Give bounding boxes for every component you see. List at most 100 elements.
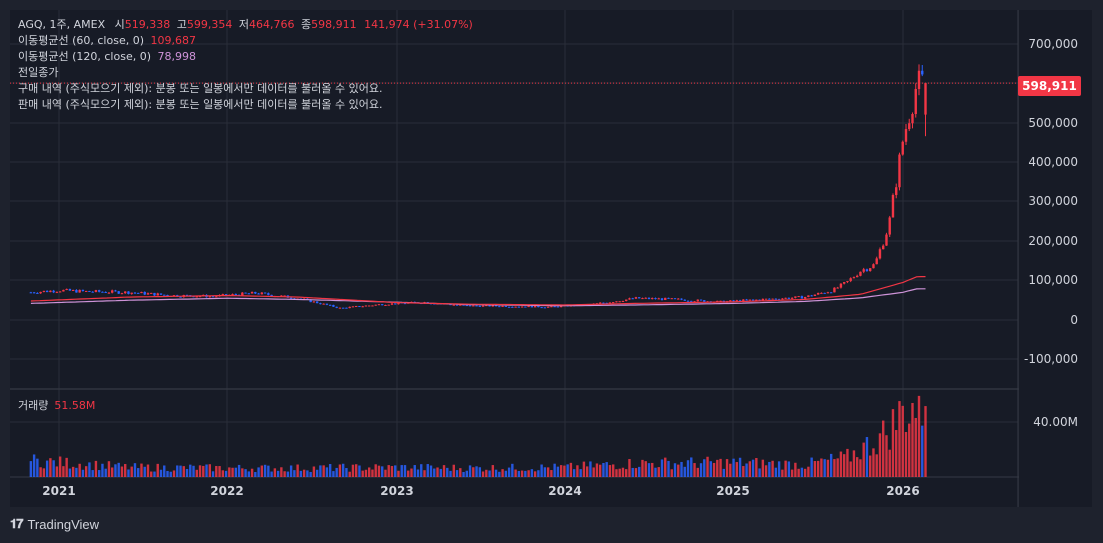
x-tick-label: 2021 [42, 484, 76, 498]
volume-bar [699, 463, 703, 477]
volume-bar [202, 465, 205, 477]
symbol-label[interactable]: AGQ, 1주, AMEX [18, 18, 105, 31]
volume-bar [846, 448, 849, 477]
candle-body [390, 303, 394, 305]
candle-body [65, 288, 68, 290]
volume-bar [315, 469, 319, 477]
candle-body [68, 288, 72, 291]
volume-bar [605, 462, 608, 477]
candle-body [524, 306, 527, 308]
volume-legend[interactable]: 거래량 51.58M [18, 397, 95, 413]
candle-body [143, 291, 146, 295]
open-value: 519,338 [124, 18, 171, 31]
candle-body [729, 300, 732, 302]
volume-bar [537, 470, 540, 477]
volume-bar [120, 466, 124, 477]
candle-body [520, 306, 524, 308]
volume-bar [179, 465, 182, 477]
volume-bar [270, 471, 273, 477]
volume-bar [65, 457, 68, 477]
candle-body [651, 298, 654, 300]
volume-bar [472, 467, 475, 477]
volume-bar [686, 460, 690, 477]
low-label: 저 [238, 18, 249, 31]
volume-bar [706, 456, 709, 477]
high-label: 고 [176, 18, 187, 31]
ma120-label: 이동평균선 (120, close, 0) [18, 50, 151, 63]
candle-body [263, 292, 267, 294]
volume-bar [338, 464, 342, 477]
candle-body [234, 294, 238, 296]
candle-body [914, 89, 917, 115]
volume-bar [494, 469, 498, 477]
volume-bar [335, 467, 338, 477]
volume-bar [403, 465, 407, 477]
candle-body [52, 290, 55, 293]
prev-close-row[interactable]: 전일종가 [18, 65, 473, 81]
volume-bar [787, 461, 791, 477]
candle-body [478, 305, 482, 307]
volume-bar [75, 467, 78, 477]
volume-bar [36, 458, 39, 477]
candle-body [468, 305, 472, 307]
candle-body [498, 306, 501, 308]
ma120-row[interactable]: 이동평균선 (120, close, 0) 78,998 [18, 49, 473, 65]
buy-note-row[interactable]: 구매 내역 (주식모으기 제외): 분봉 또는 일봉에서만 데이터를 불러올 수… [18, 81, 473, 97]
volume-bar [839, 451, 843, 477]
volume-bar [501, 469, 504, 477]
volume-bar [543, 467, 547, 477]
candle-body [254, 291, 257, 294]
volume-bar [244, 469, 247, 477]
volume-bar [712, 462, 716, 477]
candle-body [917, 70, 921, 90]
candle-body [88, 290, 91, 292]
volume-bar [852, 450, 856, 477]
volume-bar [904, 431, 908, 477]
volume-bar [143, 466, 146, 477]
volume-bar [732, 458, 735, 477]
volume-bar [137, 468, 140, 477]
volume-bar [618, 468, 621, 477]
volume-bar [690, 457, 693, 477]
volume-bar [150, 471, 153, 477]
candle-body [790, 297, 794, 299]
volume-bar [670, 469, 673, 477]
volume-bar [491, 465, 495, 477]
candle-body [673, 298, 677, 300]
candle-body [654, 298, 657, 300]
candle-body [97, 290, 101, 292]
candle-body [530, 305, 534, 308]
volume-bar [914, 417, 917, 477]
candle-body [94, 290, 98, 292]
candle-body [368, 305, 371, 307]
volume-bar [62, 466, 65, 477]
volume-bar [875, 454, 878, 477]
candle-body [75, 289, 78, 293]
volume-bar [764, 465, 768, 477]
volume-bar [341, 463, 345, 477]
tradingview-logo[interactable]: 𝟏𝟕 TradingView [10, 516, 99, 532]
sell-note: 판매 내역 (주식모으기 제외): 분봉 또는 일봉에서만 데이터를 불러올 수… [18, 98, 383, 111]
candle-body [543, 307, 547, 309]
volume-bar [608, 465, 612, 477]
candle-body [371, 305, 374, 307]
candle-body [527, 305, 530, 308]
volume-bar [511, 463, 514, 477]
candle-body [842, 282, 846, 284]
sell-note-row[interactable]: 판매 내역 (주식모으기 제외): 분봉 또는 일봉에서만 데이터를 불러올 수… [18, 97, 473, 113]
candle-body [358, 306, 361, 308]
ma60-row[interactable]: 이동평균선 (60, close, 0) 109,687 [18, 33, 473, 49]
candle-body [179, 296, 182, 298]
volume-bar [729, 463, 732, 477]
volume-bar [97, 470, 101, 477]
volume-bar [263, 464, 267, 477]
volume-bar [267, 465, 270, 477]
volume-bar [615, 469, 618, 477]
volume-bar [436, 467, 439, 477]
volume-bar [283, 471, 286, 477]
volume-bar [602, 463, 605, 477]
volume-bar [722, 468, 726, 477]
candle-body [598, 302, 602, 304]
volume-bar [114, 464, 117, 477]
tradingview-logo-icon: 𝟏𝟕 [10, 516, 24, 531]
